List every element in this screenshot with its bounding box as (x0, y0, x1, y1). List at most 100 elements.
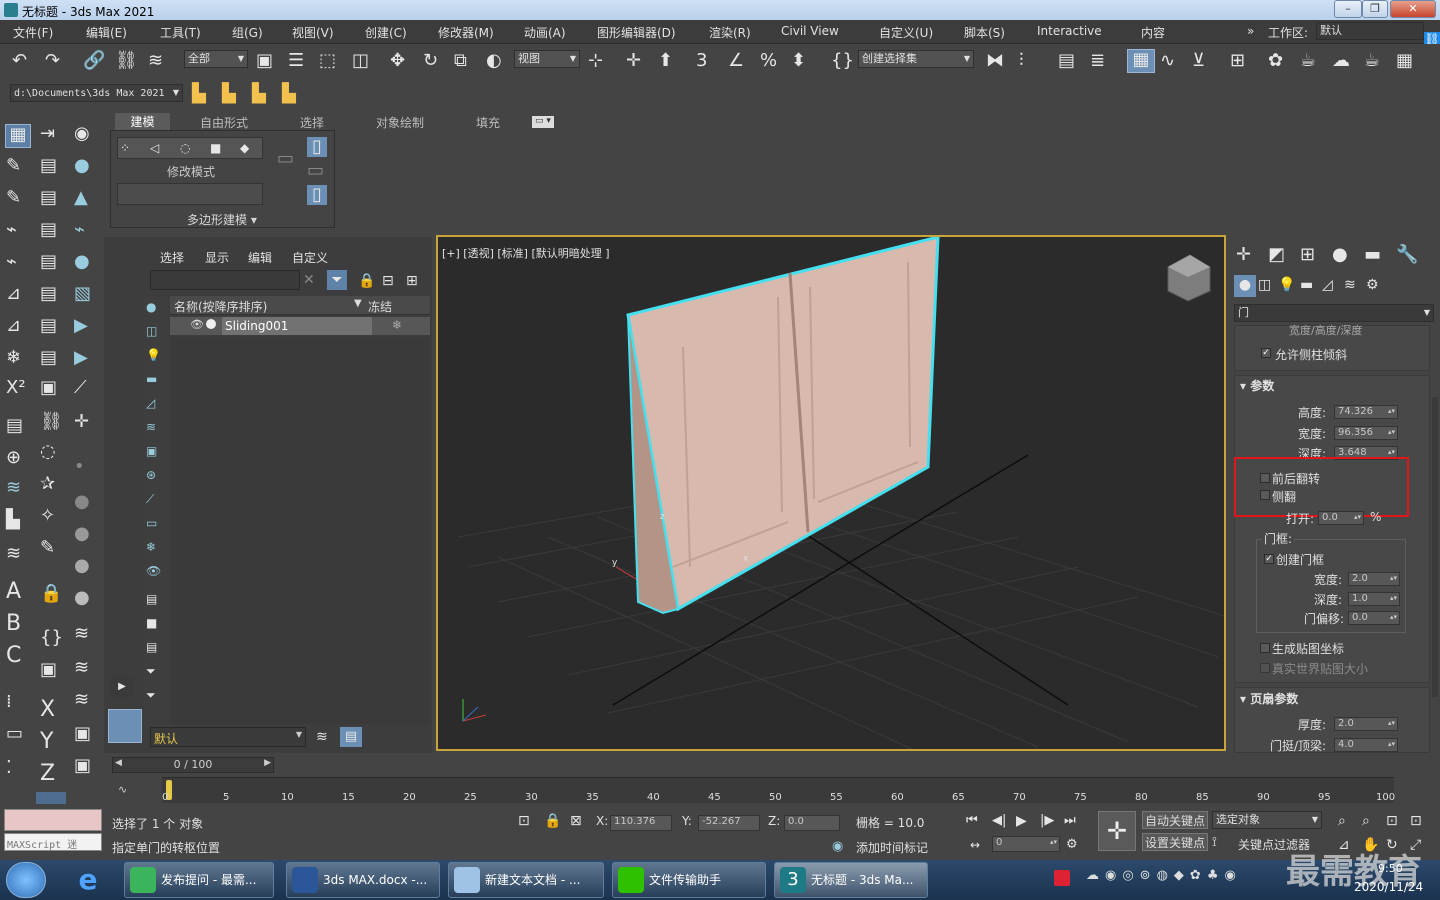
render-icon[interactable]: ☕ (1364, 51, 1380, 71)
shapes-icon[interactable]: ◫ (1258, 275, 1271, 295)
add-time-tag[interactable]: 添加时间标记 (856, 839, 928, 856)
container-filter-icon[interactable]: ▭ (146, 513, 157, 533)
box-icon[interactable]: ▣ (74, 756, 91, 776)
time-slider[interactable]: ◀ 0 / 100 ▶ (112, 757, 274, 773)
text-b-icon[interactable]: B (6, 613, 21, 635)
play-icon[interactable]: ▶ (1016, 811, 1027, 831)
project-path-dropdown[interactable]: d:\Documents\3ds Max 2021 ▼ (10, 84, 183, 102)
open-project-icon[interactable]: ▙ (222, 84, 236, 104)
motion-tab-icon[interactable]: ● (1332, 245, 1348, 265)
ribbon-tool-icon[interactable]: ▭ (277, 149, 294, 169)
menu-modifiers[interactable]: 修改器(M) (438, 24, 494, 41)
menu-rendering[interactable]: 渲染(R) (709, 24, 751, 41)
auto-key-button[interactable]: 自动关键点 (1142, 811, 1208, 829)
snowflake-icon[interactable]: ❄ (6, 348, 21, 368)
time-config-icon[interactable]: ⚙ (1066, 835, 1078, 855)
menu-create[interactable]: 创建(C) (365, 24, 407, 41)
allow-side-checkbox[interactable]: ✓ (1261, 348, 1271, 358)
select-manipulate-icon[interactable]: ✛ (626, 51, 641, 71)
filter-a-icon[interactable]: ⏷ (146, 661, 156, 681)
track-bar[interactable]: 0 5 10 15 20 25 30 35 40 45 50 55 60 65 … (162, 777, 1395, 803)
ribbon-toggle-icon[interactable]: ▦ (1127, 49, 1155, 73)
shape-filter-icon[interactable]: ◫ (146, 321, 157, 341)
sparkle-icon[interactable]: ✧ (40, 506, 55, 526)
stack-layers-icon[interactable]: ≋ (74, 658, 89, 678)
menu-customize[interactable]: 自定义(U) (879, 24, 933, 41)
teapot-icon[interactable]: ● (74, 156, 90, 176)
menu-civil-view[interactable]: Civil View (781, 24, 839, 38)
plus-icon[interactable]: ✛ (74, 412, 89, 432)
display-all-icon[interactable]: ▤ (146, 589, 157, 609)
layers-blue-icon[interactable]: ≋ (6, 478, 21, 498)
ribbon-options-icon[interactable]: ▭ ▾ (532, 116, 554, 128)
edit-named-selection-icon[interactable]: {} (831, 51, 854, 71)
scene-menu-display[interactable]: 显示 (205, 249, 229, 266)
tube-icon[interactable]: ⌁ (74, 220, 85, 240)
undo-icon[interactable]: ↶ (12, 51, 27, 71)
pivot-center-icon[interactable]: ⊹ (588, 51, 603, 71)
transform-mode-icon[interactable]: ⊠ (570, 811, 582, 831)
z-field[interactable]: 0.0 (784, 815, 840, 831)
project-folder-icon[interactable]: ▙ (192, 84, 206, 104)
key-selection-dropdown[interactable]: 选定对象 ▼ (1212, 811, 1322, 829)
rectangular-selection-icon[interactable]: ⬚ (319, 51, 336, 71)
layers-icon[interactable]: ▤ (40, 188, 57, 208)
ribbon-tool-icon[interactable]: ▯ (307, 185, 327, 205)
polygon-icon[interactable]: ■ (210, 138, 221, 158)
helpers-icon[interactable]: ◿ (1322, 275, 1333, 295)
lock-icon[interactable]: 🔒 (358, 271, 375, 291)
scene-menu-edit[interactable]: 编辑 (248, 249, 272, 266)
material-editor-icon[interactable]: ✿ (1268, 51, 1283, 71)
layer-explorer-icon[interactable]: ≣ (1090, 51, 1105, 71)
vertex-icon[interactable]: ⁘ (120, 138, 130, 158)
set-key-button[interactable]: 设置关键点 (1142, 833, 1208, 851)
named-selection-dropdown[interactable]: 创建选择集 ▼ (858, 50, 974, 68)
select-by-name-icon[interactable]: ☰ (288, 51, 304, 71)
panel-scrollbar[interactable] (1432, 397, 1438, 697)
menu-content[interactable]: 内容 (1141, 24, 1165, 41)
tree-icon[interactable]: ▤ (40, 316, 57, 336)
snaps-toggle-icon[interactable]: 3 (696, 51, 707, 71)
x-field[interactable]: 110.376 (610, 815, 672, 831)
frozen-filter-icon[interactable]: ❄ (146, 537, 156, 557)
task-item-3dsmax[interactable]: 3 无标题 - 3ds Ma... (774, 862, 928, 898)
helper-filter-icon[interactable]: ◿ (146, 393, 155, 413)
key-mode-icon[interactable]: ↔ (970, 835, 980, 855)
scene-menu-select[interactable]: 选择 (160, 249, 184, 266)
menu-group[interactable]: 组(G) (232, 24, 263, 41)
create-project-icon[interactable]: ▙ (252, 84, 266, 104)
task-item-wechat[interactable]: 文件传输助手 (612, 862, 766, 898)
scene-menu-customize[interactable]: 自定义 (292, 249, 328, 266)
object-type-dropdown[interactable]: 门 ▼ (1234, 304, 1434, 322)
chevron-right-icon[interactable]: » (1247, 24, 1254, 38)
modify-tab-icon[interactable]: ◩ (1268, 245, 1285, 265)
poly-modeling-label[interactable]: 多边形建模 ▾ (187, 211, 257, 228)
close-button[interactable]: ✕ (1390, 0, 1436, 18)
minimize-button[interactable]: – (1334, 0, 1362, 18)
maximize-button[interactable]: ❐ (1362, 0, 1388, 18)
frame-width-spinner[interactable]: 2.0 ▴▾ (1348, 572, 1400, 586)
current-frame-field[interactable]: 0 ▴▾ (992, 836, 1060, 852)
gen-map-checkbox[interactable] (1260, 643, 1270, 653)
spinner-snap-icon[interactable]: ⬍ (791, 51, 806, 71)
key-filter-icon[interactable]: ⟟ (1212, 833, 1217, 853)
viewport-perspective[interactable]: [+] [透视] [标准] [默认明暗处理 ] z y x (436, 235, 1226, 751)
maxscript-listener[interactable] (4, 809, 102, 831)
light-filter-icon[interactable]: 💡 (146, 345, 161, 365)
spacewarps-icon[interactable]: ≋ (1344, 275, 1356, 295)
place-icon[interactable]: ◐ (486, 51, 502, 71)
save-icon[interactable]: ▣ (40, 378, 57, 398)
open-spinner[interactable]: 0.0 ▴▾ (1318, 511, 1364, 525)
prev-frame-icon[interactable]: ◀ (115, 758, 122, 768)
frame-depth-spinner[interactable]: 1.0 ▴▾ (1348, 592, 1400, 606)
task-item-word[interactable]: 3ds MAX.docx -... (286, 862, 440, 898)
render-dot-icon[interactable] (206, 319, 216, 329)
menu-view[interactable]: 视图(V) (292, 24, 334, 41)
unlink-icon[interactable]: ⛓ (115, 51, 138, 71)
stack-layers-icon[interactable]: ≋ (74, 690, 89, 710)
hidden-filter-icon[interactable]: 👁 (146, 561, 161, 581)
zoom-extents-icon[interactable]: ⊡ (1386, 811, 1398, 831)
viewport-layout-icon[interactable] (108, 709, 142, 743)
next-key-icon[interactable]: |▶ (1040, 811, 1054, 831)
move-icon[interactable]: ✥ (390, 51, 405, 71)
